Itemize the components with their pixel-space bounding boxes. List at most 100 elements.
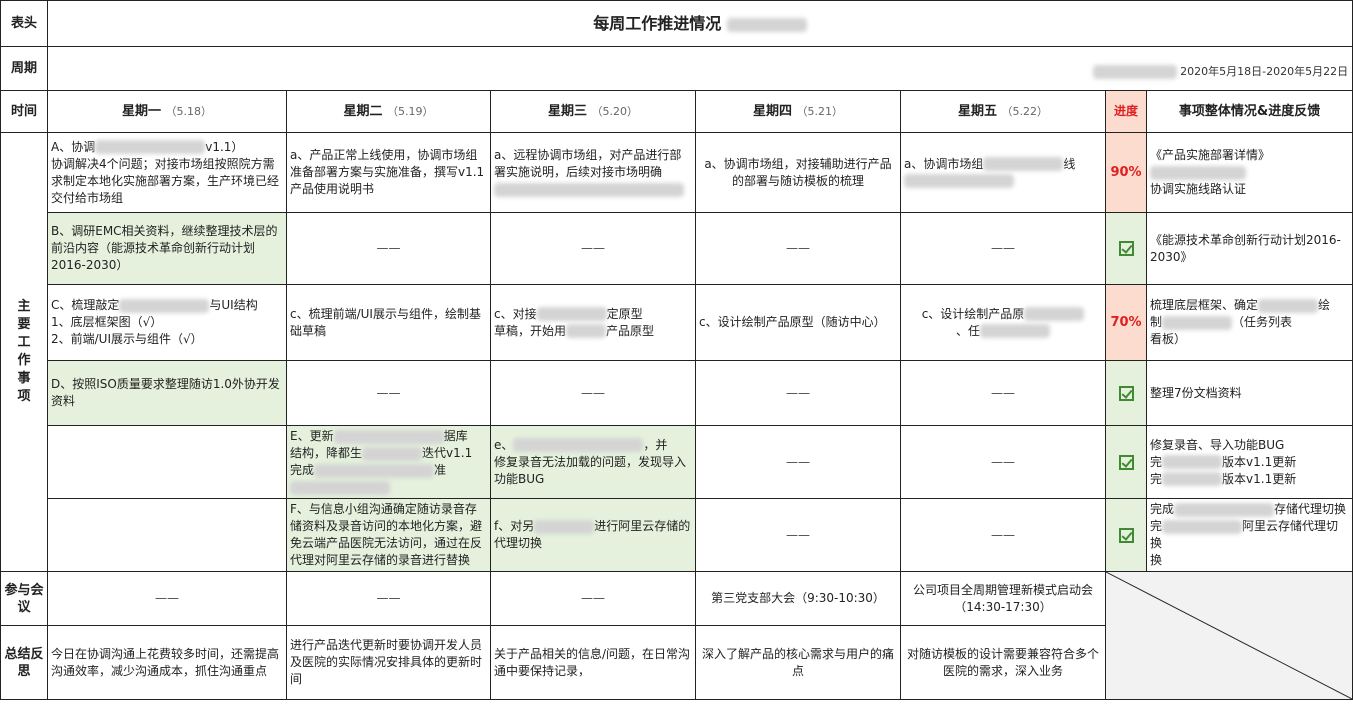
redacted-text (333, 429, 444, 444)
task-cell-mon[interactable]: A、协调 v1.1） 协调解决4个问题；对接市场组按照院方需求制定本地化实施部署方… (47, 132, 287, 213)
cell-text: 版本v1.1更新 (1222, 454, 1297, 469)
meeting-cell-thu[interactable]: 第三党支部大会（9:30-10:30） (695, 571, 901, 626)
task-row: F、与信息小组沟通确定随访录音存储资料及录音访问的本地化方案，避免云端产品医院无… (1, 498, 1353, 572)
summary-cell-tue[interactable]: 进行产品迭代更新时要协调开发人员及医院的实际情况安排具体的更新时间 (286, 625, 491, 700)
redacted-text (1150, 165, 1246, 180)
progress-done[interactable] (1105, 360, 1147, 426)
empty-cell[interactable] (47, 425, 287, 499)
task-row: D、按照ISO质量要求整理随访1.0外协开发资料 —— —— —— —— 整理7… (1, 360, 1353, 426)
empty-cell[interactable]: —— (490, 360, 696, 426)
cell-text: 绘 (1318, 298, 1331, 312)
summary-cell-wed[interactable]: 关于产品相关的信息/问题，在日常沟通中要保持记录， (490, 625, 696, 700)
cell-text: 《产品实施部署详情》 (1150, 148, 1271, 162)
day-header-fri[interactable]: 星期五 （5.22） (900, 90, 1106, 133)
cell-text: 梳理底层框架、确定 (1150, 298, 1259, 312)
task-cell-mon[interactable]: C、梳理敲定 与UI结构 1、底层框架图（√） 2、前端/UI展示与组件（√） (47, 284, 287, 361)
empty-cell[interactable]: —— (47, 571, 287, 626)
meetings-row: 参与会议 —— —— —— 第三党支部大会（9:30-10:30） 公司项目全周… (0, 571, 1353, 700)
task-cell-thu[interactable]: a、协调市场组，对接辅助进行产品的部署与随访模板的梳理 (695, 132, 901, 213)
cell-text: A、协调 (51, 139, 96, 154)
empty-cell[interactable] (47, 498, 287, 572)
task-cell-tue[interactable]: a、产品正常上线使用，协调市场组准备部署方案与实施准备，撰写v1.1产品使用说明… (286, 132, 491, 213)
task-cell-wed[interactable]: e、 ，并 修复录音无法加载的问题，发现导入功能BUG (490, 425, 696, 499)
feedback-header[interactable]: 事项整体情况&进度反馈 (1145, 90, 1353, 133)
redacted-text (362, 446, 423, 461)
cell-text: a、远程协调市场组，对产品进行部署实施说明，后续对接市场明确 (494, 148, 682, 179)
task-cell-tue[interactable]: E、更新 据库 结构，降都生 迭代v1.1 完成 准 (286, 425, 491, 499)
day-header-mon[interactable]: 星期一 （5.18） (47, 90, 287, 133)
cell-text: 协调实施线路认证 (1150, 182, 1247, 196)
diagonal-line (1106, 572, 1352, 699)
day-header-tue[interactable]: 星期二 （5.19） (286, 90, 491, 133)
day-date: （5.22） (1001, 105, 1049, 118)
empty-cell[interactable]: —— (695, 498, 901, 572)
checkbox-checked-icon (1118, 385, 1134, 401)
task-cell-wed[interactable]: c、对接 定原型 草稿，开始用 产品原型 (490, 284, 696, 361)
feedback-cell[interactable]: 修复录音、导入功能BUG 完版本v1.1更新 完版本v1.1更新 (1145, 425, 1353, 499)
cell-text: 存储代理切换 (1274, 502, 1347, 516)
redacted-text (1024, 307, 1085, 321)
meeting-cell-fri[interactable]: 公司项目全周期管理新模式启动会（14:30-17:30） (900, 571, 1106, 626)
redacted-text (1162, 472, 1223, 486)
task-cell-tue[interactable]: F、与信息小组沟通确定随访录音存储资料及录音访问的本地化方案，避免云端产品医院无… (286, 498, 491, 572)
feedback-cell[interactable]: 整理7份文档资料 (1145, 360, 1353, 426)
task-cell-tue[interactable]: c、梳理前端/UI展示与组件，绘制基础草稿 (286, 284, 491, 361)
task-cell-wed[interactable]: a、远程协调市场组，对产品进行部署实施说明，后续对接市场明确 (490, 132, 696, 213)
cell-text: 完成 (1150, 502, 1175, 516)
progress-header[interactable]: 进度 (1105, 90, 1147, 133)
task-cell-mon[interactable]: B、调研EMC相关资料，继续整理技术层的前沿内容（能源技术革命创新行动计划201… (47, 212, 287, 285)
empty-cell[interactable]: —— (900, 425, 1106, 499)
cell-text: 迭代v1.1 (422, 446, 473, 460)
redacted-text (983, 157, 1064, 171)
empty-cell[interactable]: —— (900, 212, 1106, 285)
empty-cell[interactable]: —— (900, 360, 1106, 426)
task-cell-fri[interactable]: c、设计绘制产品原 、任 (900, 284, 1106, 361)
task-cell-thu[interactable]: c、设计绘制产品原型（随访中心） (695, 284, 901, 361)
progress-done[interactable] (1105, 498, 1147, 572)
task-cell-wed[interactable]: f、对另 进行阿里云存储的代理切换 (490, 498, 696, 572)
empty-cell[interactable]: —— (286, 360, 491, 426)
redacted-text (314, 463, 435, 478)
summary-cell-thu[interactable]: 深入了解产品的核心需求与用户的痛点 (695, 625, 901, 700)
cell-text: 完成 (290, 463, 315, 477)
summary-cell-mon[interactable]: 今日在协调沟通上花费较多时间，还需提高沟通效率，减少沟通成本，抓住沟通重点 (47, 625, 287, 700)
cell-text: （任务列表 (1232, 315, 1293, 329)
task-cell-fri[interactable]: a、协调市场组 线 (900, 132, 1106, 213)
summary-cell-fri[interactable]: 对随访模板的设计需要兼容符合多个医院的需求，深入业务 (900, 625, 1106, 700)
diagonal-blank-cell[interactable] (1104, 571, 1353, 700)
empty-cell[interactable]: —— (490, 571, 696, 626)
task-cell-mon[interactable]: D、按照ISO质量要求整理随访1.0外协开发资料 (47, 360, 287, 426)
day-header-wed[interactable]: 星期三 （5.20） (490, 90, 696, 133)
cell-text: 看板） (1150, 332, 1187, 346)
empty-cell[interactable]: —— (490, 212, 696, 285)
empty-cell[interactable]: —— (695, 212, 901, 285)
feedback-cell[interactable]: 《产品实施部署详情》 协调实施线路认证 (1145, 132, 1353, 213)
empty-cell[interactable]: —— (695, 425, 901, 499)
empty-cell[interactable]: —— (286, 212, 491, 285)
day-header-thu[interactable]: 星期四 （5.21） (695, 90, 901, 133)
cell-text: 修复录音、导入功能BUG (1150, 437, 1285, 452)
side-label-header: 表头 (0, 0, 48, 47)
page-title[interactable]: 每周工作推进情况 (46, 0, 1353, 47)
feedback-cell[interactable]: 梳理底层框架、确定 绘 制 （任务列表 看板） (1145, 284, 1353, 361)
redacted-text (119, 298, 210, 313)
cell-text: 结构，降都生 (290, 446, 363, 460)
empty-cell[interactable]: —— (900, 498, 1106, 572)
redacted-text (1162, 315, 1233, 330)
progress-done[interactable] (1105, 212, 1147, 285)
progress-value[interactable]: 90% (1105, 132, 1147, 213)
cell-text: 与UI结构 (209, 298, 258, 312)
period-cell[interactable]: 2020年5月18日-2020年5月22日 (46, 46, 1353, 91)
day-date: （5.20） (591, 105, 639, 118)
redacted-text (534, 519, 595, 534)
empty-cell[interactable]: —— (695, 360, 901, 426)
feedback-cell[interactable]: 完成 存储代理切换 完阿里云存储代理切换 换 (1145, 498, 1353, 572)
spreadsheet: 表头 每周工作推进情况 周期 2020年5月18日-2020年5月22日 时间 … (0, 0, 1353, 706)
empty-cell[interactable]: —— (286, 571, 491, 626)
redacted-text (1162, 519, 1243, 534)
cell-text: a、协调市场组 (904, 156, 984, 171)
redacted-text (1162, 455, 1223, 469)
progress-done[interactable] (1105, 425, 1147, 499)
feedback-cell[interactable]: 《能源技术革命创新行动计划2016-2030》 (1145, 212, 1353, 285)
progress-value[interactable]: 70% (1105, 284, 1147, 361)
